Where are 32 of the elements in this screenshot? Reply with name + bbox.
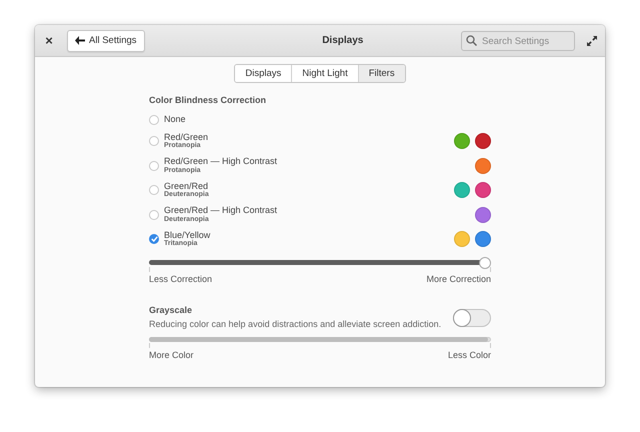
radio-button[interactable] xyxy=(149,185,159,196)
toggle-switch[interactable] xyxy=(453,308,491,326)
arrow-left-icon xyxy=(75,36,85,45)
search-icon xyxy=(466,35,477,46)
description-text: Reducing color can help avoid distractions and alleviate screen addiction. xyxy=(149,320,442,330)
option-label: None xyxy=(164,114,187,124)
option-label: Red/Green xyxy=(164,132,210,142)
radio-button[interactable] xyxy=(149,114,159,124)
slider-min-label: Less Correction xyxy=(149,266,212,284)
option-label: Red/Green — High Contrast xyxy=(164,157,278,166)
radio-button[interactable] xyxy=(149,210,159,220)
search-field[interactable]: Search Settings xyxy=(461,31,575,51)
section-heading: Color Blindness Correction xyxy=(149,95,268,105)
window-title: Displays xyxy=(321,35,364,46)
back-button[interactable]: All Settings xyxy=(67,30,145,52)
tab[interactable]: Filters xyxy=(358,65,405,82)
tab[interactable]: Displays xyxy=(235,65,292,82)
radio-button[interactable] xyxy=(149,234,159,244)
slider-min-label: More Color xyxy=(149,343,194,360)
slider-max-label: More Correction xyxy=(426,266,491,284)
option-label: Blue/Yellow xyxy=(164,230,212,240)
close-button[interactable]: × xyxy=(43,33,55,48)
slider-thumb[interactable] xyxy=(479,256,491,268)
tab[interactable]: Night Light xyxy=(291,65,358,82)
slider-max-label: Less Color xyxy=(448,343,491,360)
section-heading: Grayscale xyxy=(149,306,194,315)
slider[interactable] xyxy=(149,256,491,268)
radio-button[interactable] xyxy=(149,160,159,171)
radio-button[interactable] xyxy=(149,136,159,146)
option-label: Green/Red xyxy=(164,182,208,191)
maximize-icon[interactable] xyxy=(587,36,597,46)
option-label: Green/Red — High Contrast xyxy=(164,206,278,216)
